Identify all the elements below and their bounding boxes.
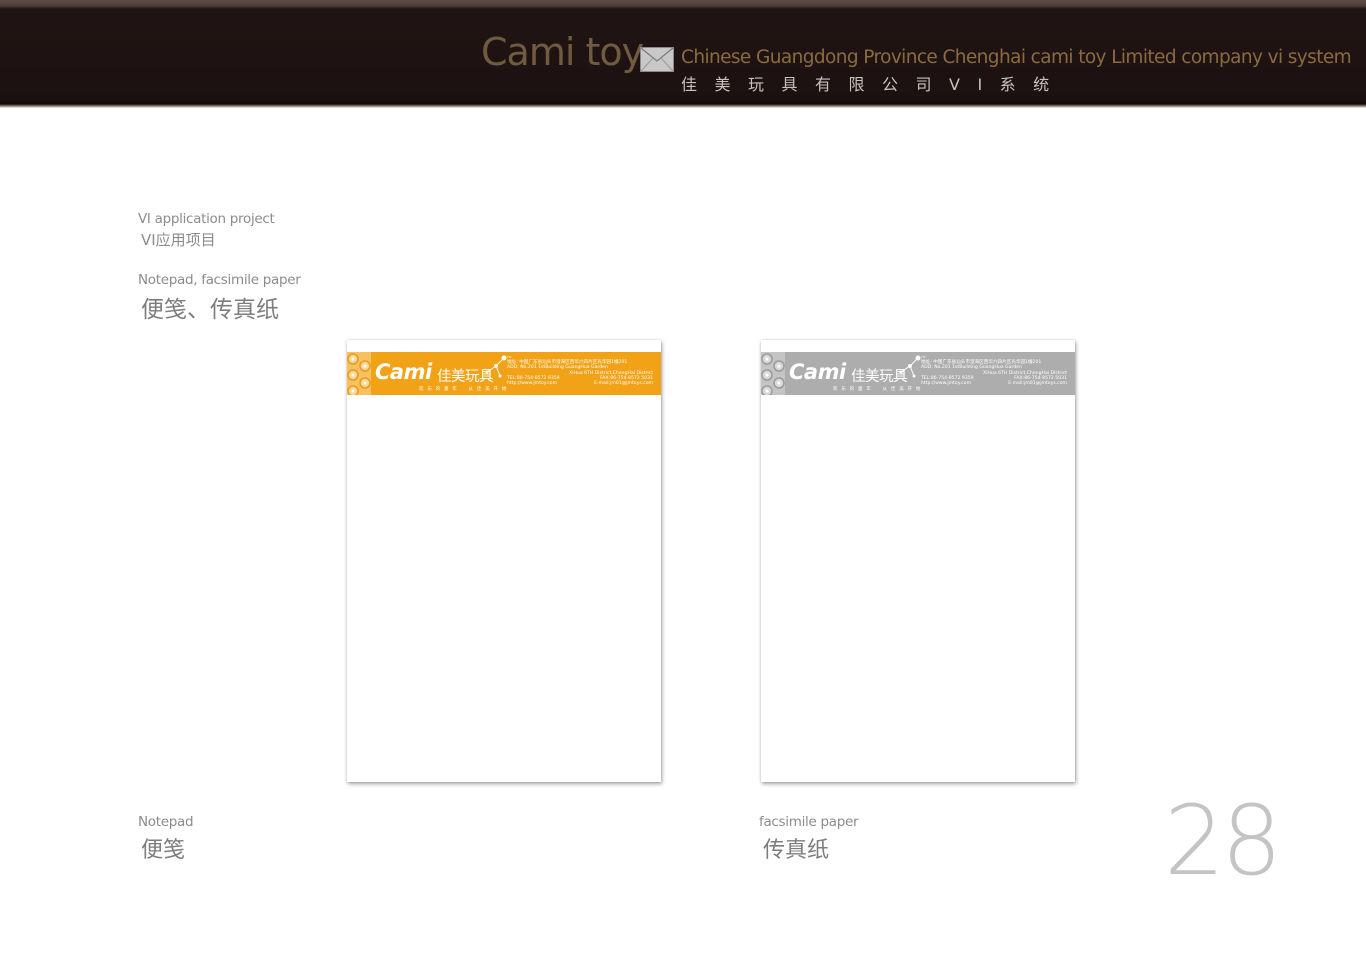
company-tagline-en: Chinese Guangdong Province Chenghai cami… <box>681 47 1352 68</box>
fax-sheet: Cami 佳美玩具 TM 欢 乐 的 童 年 从 佳 美 开 始 地址: 中国广… <box>761 340 1075 782</box>
logo-wordmark: Cami <box>375 360 432 384</box>
fax-caption-en: facsimile paper <box>759 814 859 830</box>
letterhead-banner: Cami 佳美玩具 TM 欢 乐 的 童 年 从 佳 美 开 始 地址: 中国广… <box>761 352 1075 395</box>
email-link[interactable]: E-mail:jm01@jmtoys.com <box>594 381 653 386</box>
notepad-sheet: Cami 佳美玩具 TM 欢 乐 的 童 年 从 佳 美 开 始 地址: 中国广… <box>347 340 661 782</box>
notepad-caption-en: Notepad <box>138 814 194 830</box>
header-banner: Cami toy Chinese Guangdong Province Chen… <box>0 0 1366 108</box>
slogan: 欢 乐 的 童 年 从 佳 美 开 始 <box>833 387 922 392</box>
envelope-icon <box>640 47 674 72</box>
page-number: 28 <box>1164 785 1282 897</box>
trademark-mark: TM <box>921 355 926 359</box>
email-link[interactable]: E-mail:jm01@jmtoys.com <box>1008 381 1067 386</box>
fax-caption-cn: 传真纸 <box>763 838 830 863</box>
website-link[interactable]: http://www.jmtoy.com <box>507 381 557 386</box>
category-label-cn: VI应用项目 <box>141 231 216 249</box>
contact-block: 地址: 中国广东省汕头市澄海区西华六四片区光华园1幢201 ADD: No.20… <box>921 360 1067 386</box>
category-label-en: VI application project <box>138 211 275 227</box>
dot-pattern-decoration <box>347 352 371 395</box>
trademark-mark: TM <box>507 355 512 359</box>
slogan: 欢 乐 的 童 年 从 佳 美 开 始 <box>419 387 508 392</box>
notepad-caption-cn: 便笺 <box>141 838 186 863</box>
website-link[interactable]: http://www.jmtoy.com <box>921 381 971 386</box>
section-title-cn: 便笺、传真纸 <box>141 297 279 323</box>
letterhead-banner: Cami 佳美玩具 TM 欢 乐 的 童 年 从 佳 美 开 始 地址: 中国广… <box>347 352 661 395</box>
dot-pattern-decoration <box>761 352 785 395</box>
contact-block: 地址: 中国广东省汕头市澄海区西华六四片区光华园1幢201 ADD: No.20… <box>507 360 653 386</box>
company-tagline-cn: 佳美玩具有限公司VI系统 <box>681 75 1067 94</box>
logo-wordmark: Cami <box>789 360 846 384</box>
brand-title: Cami toy <box>481 30 644 74</box>
section-title-en: Notepad, facsimile paper <box>138 272 301 288</box>
